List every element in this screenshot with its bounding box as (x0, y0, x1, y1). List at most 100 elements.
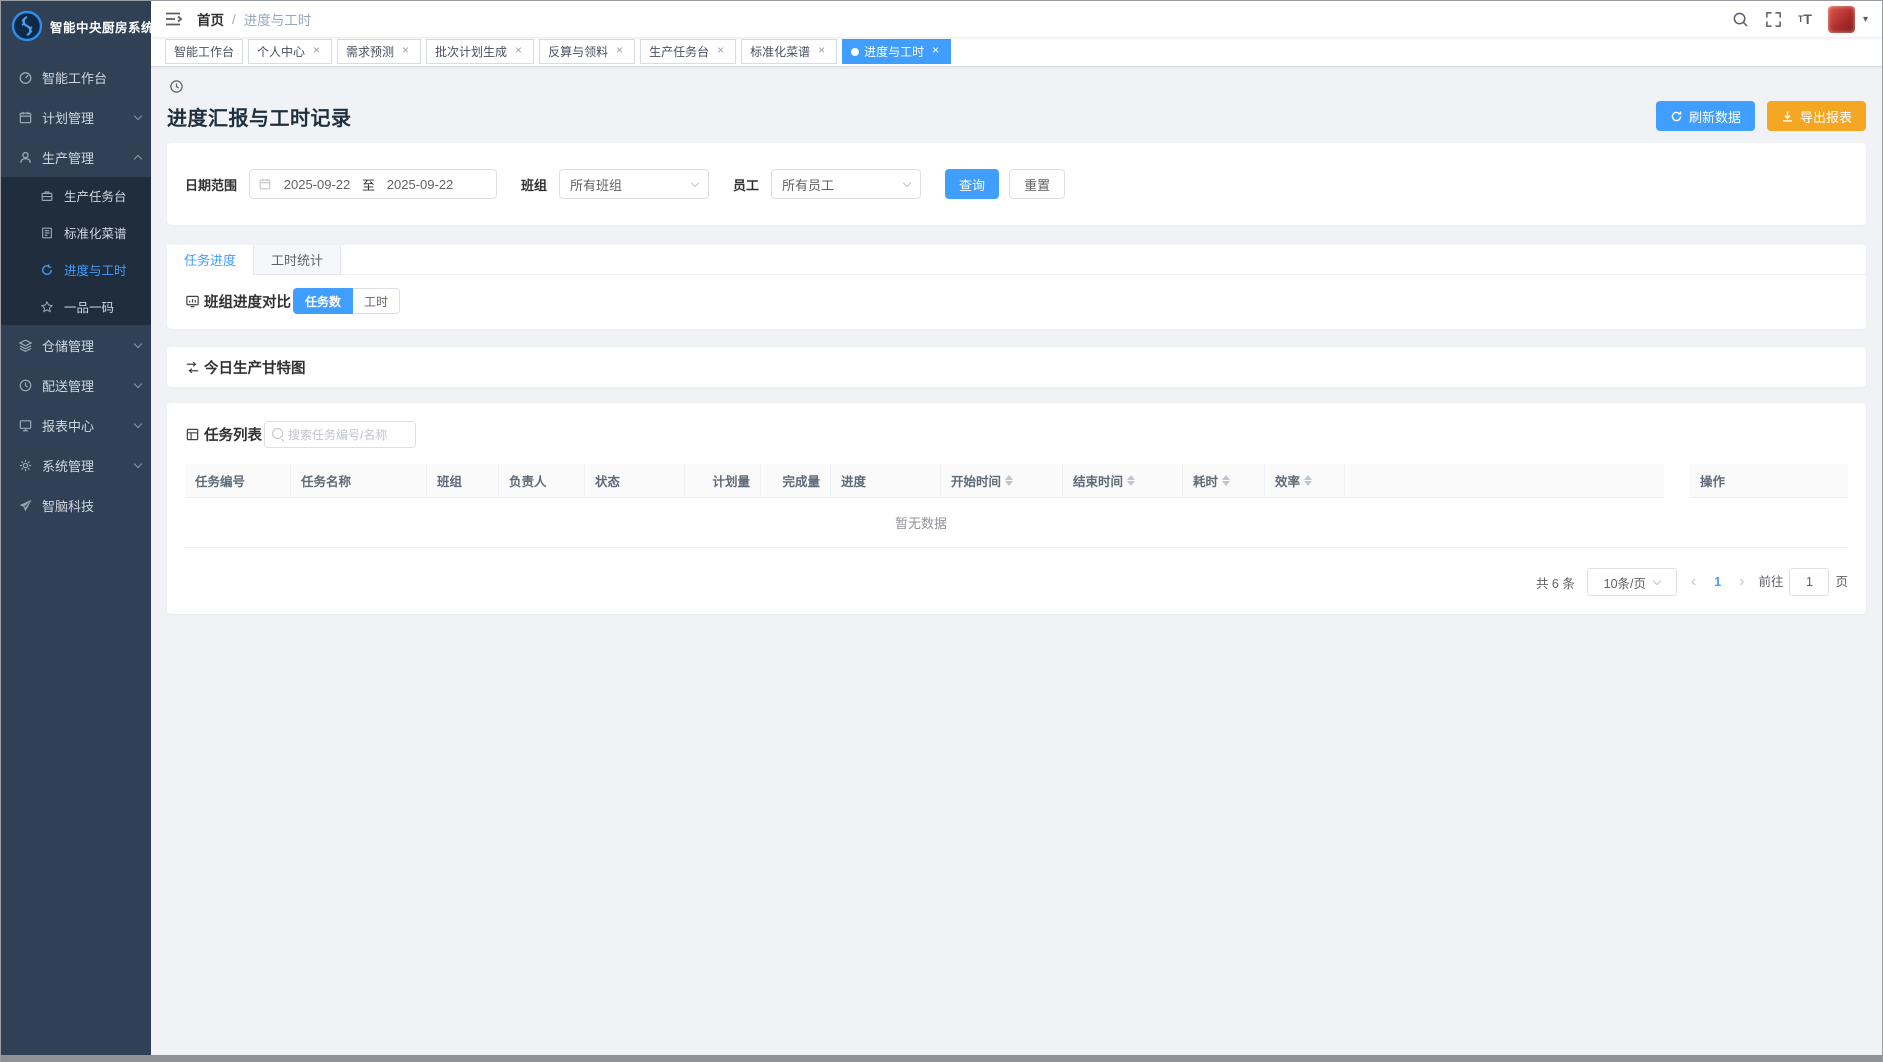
col-duration[interactable]: 耗时 (1183, 464, 1265, 498)
avatar[interactable] (1828, 6, 1855, 33)
close-icon[interactable] (613, 45, 626, 58)
col-progress: 进度 (831, 464, 941, 498)
tab-task-progress[interactable]: 任务进度 (167, 245, 254, 275)
sidebar-item-workbench[interactable]: 智能工作台 (1, 57, 151, 97)
col-efficiency[interactable]: 效率 (1265, 464, 1345, 498)
active-dot-icon (851, 48, 859, 56)
close-icon[interactable] (399, 45, 412, 58)
sidebar-item-recipes[interactable]: 标准化菜谱 (1, 214, 151, 251)
task-search-input[interactable] (288, 428, 408, 442)
date-range-picker[interactable]: 至 (249, 169, 497, 199)
team-label: 班组 (521, 175, 547, 194)
close-icon[interactable] (310, 45, 323, 58)
task-list-title: 任务列表 (185, 424, 262, 445)
prev-page-button[interactable]: ‹ (1689, 573, 1698, 591)
reset-button[interactable]: 重置 (1009, 169, 1065, 199)
tag-reverse-calc[interactable]: 反算与领料 (539, 39, 635, 64)
sidebar-toggle-icon[interactable] (163, 9, 183, 29)
col-actions: 操作 (1690, 464, 1848, 498)
sort-icon[interactable] (1222, 475, 1230, 486)
sidebar: 智能中央厨房系统 智能工作台 计划管理 生产管理 (1, 1, 151, 1055)
page-actions: 刷新数据 导出报表 (1656, 101, 1866, 131)
chevron-down-icon (691, 178, 699, 186)
calendar-icon (258, 177, 272, 191)
tag-progress-hours[interactable]: 进度与工时 (842, 39, 951, 64)
sidebar-menu: 智能工作台 计划管理 生产管理 (1, 51, 151, 525)
main-area: 首页 / 进度与工时 TT ▾ 智能工作台 个人中心 (151, 1, 1882, 1055)
plan-icon (17, 109, 33, 125)
sidebar-item-production-mgmt[interactable]: 生产管理 (1, 137, 151, 177)
close-icon[interactable] (512, 45, 525, 58)
next-page-button[interactable]: › (1737, 573, 1746, 591)
gantt-card: 今日生产甘特图 (167, 347, 1866, 387)
app-title: 智能中央厨房系统 (50, 17, 151, 36)
close-icon[interactable] (714, 45, 727, 58)
tab-work-hours[interactable]: 工时统计 (254, 245, 341, 275)
tag-workbench[interactable]: 智能工作台 (165, 39, 243, 64)
goto-page-input[interactable] (1789, 568, 1829, 596)
col-end-time[interactable]: 结束时间 (1063, 464, 1183, 498)
top-navbar: 首页 / 进度与工时 TT ▾ (151, 1, 1882, 37)
sidebar-item-task-board[interactable]: 生产任务台 (1, 177, 151, 214)
send-icon (17, 497, 33, 513)
breadcrumb-current: 进度与工时 (244, 9, 312, 29)
current-page[interactable]: 1 (1710, 575, 1725, 589)
sidebar-item-system-mgmt[interactable]: 系统管理 (1, 445, 151, 485)
font-size-icon[interactable]: TT (1798, 11, 1812, 27)
search-icon (272, 428, 283, 439)
refresh-icon (1670, 110, 1683, 123)
sort-icon[interactable] (1005, 475, 1013, 486)
date-start-input[interactable] (276, 177, 358, 192)
page-size-select[interactable]: 10条/页 (1587, 568, 1677, 596)
chevron-down-icon (134, 419, 142, 427)
close-icon[interactable] (815, 45, 828, 58)
production-icon (17, 149, 33, 165)
employee-select[interactable]: 所有员工 (771, 169, 921, 199)
tag-recipes[interactable]: 标准化菜谱 (741, 39, 837, 64)
col-start-time[interactable]: 开始时间 (941, 464, 1063, 498)
export-report-button[interactable]: 导出报表 (1767, 101, 1866, 131)
search-icon[interactable] (1732, 11, 1749, 28)
sidebar-item-report-center[interactable]: 报表中心 (1, 405, 151, 445)
tag-personal-center[interactable]: 个人中心 (248, 39, 332, 64)
warehouse-icon (17, 337, 33, 353)
tabs-card: 任务进度 工时统计 班组进度对比 任务数 工时 (167, 245, 1866, 329)
sort-icon[interactable] (1304, 475, 1312, 486)
query-button[interactable]: 查询 (945, 169, 999, 199)
breadcrumb-home[interactable]: 首页 (197, 9, 224, 29)
task-board-icon (39, 188, 55, 204)
task-table-empty-row: 暂无数据 (185, 498, 1848, 548)
star-icon (39, 299, 55, 315)
chevron-down-icon (903, 178, 911, 186)
col-task-id: 任务编号 (185, 464, 291, 498)
tag-demand-forecast[interactable]: 需求预测 (337, 39, 421, 64)
goto-suffix: 页 (1835, 575, 1848, 589)
sidebar-item-plan-mgmt[interactable]: 计划管理 (1, 97, 151, 137)
sidebar-item-one-item-one-code[interactable]: 一品一码 (1, 288, 151, 325)
toggle-work-hours-button[interactable]: 工时 (353, 288, 400, 314)
delivery-icon (17, 377, 33, 393)
empty-data-text: 暂无数据 (185, 513, 1657, 532)
page-header: 进度汇报与工时记录 刷新数据 导出报表 (167, 101, 1866, 131)
team-select[interactable]: 所有班组 (559, 169, 709, 199)
close-icon[interactable] (929, 45, 942, 58)
task-list-card: 任务列表 任务编号 任务名称 班组 负责人 状态 计划量 (167, 403, 1866, 614)
date-end-input[interactable] (379, 177, 461, 192)
avatar-caret-icon[interactable]: ▾ (1863, 14, 1868, 25)
sidebar-item-progress-hours[interactable]: 进度与工时 (1, 251, 151, 288)
fullscreen-icon[interactable] (1765, 11, 1782, 28)
refresh-data-button[interactable]: 刷新数据 (1656, 101, 1755, 131)
tag-batch-plan[interactable]: 批次计划生成 (426, 39, 534, 64)
goto-label: 前往 (1758, 575, 1783, 589)
col-owner: 负责人 (499, 464, 585, 498)
toggle-task-count-button[interactable]: 任务数 (293, 288, 353, 314)
goto-page: 前往 页 (1758, 568, 1848, 596)
date-range-label: 日期范围 (185, 175, 237, 194)
sidebar-item-warehouse-mgmt[interactable]: 仓储管理 (1, 325, 151, 365)
sidebar-item-zhinao-tech[interactable]: 智脑科技 (1, 485, 151, 525)
tag-task-board[interactable]: 生产任务台 (640, 39, 736, 64)
sidebar-item-delivery-mgmt[interactable]: 配送管理 (1, 365, 151, 405)
app-window: 智能中央厨房系统 智能工作台 计划管理 生产管理 (1, 1, 1882, 1055)
sort-icon[interactable] (1127, 475, 1135, 486)
team-compare-section: 班组进度对比 任务数 工时 (167, 275, 1866, 329)
